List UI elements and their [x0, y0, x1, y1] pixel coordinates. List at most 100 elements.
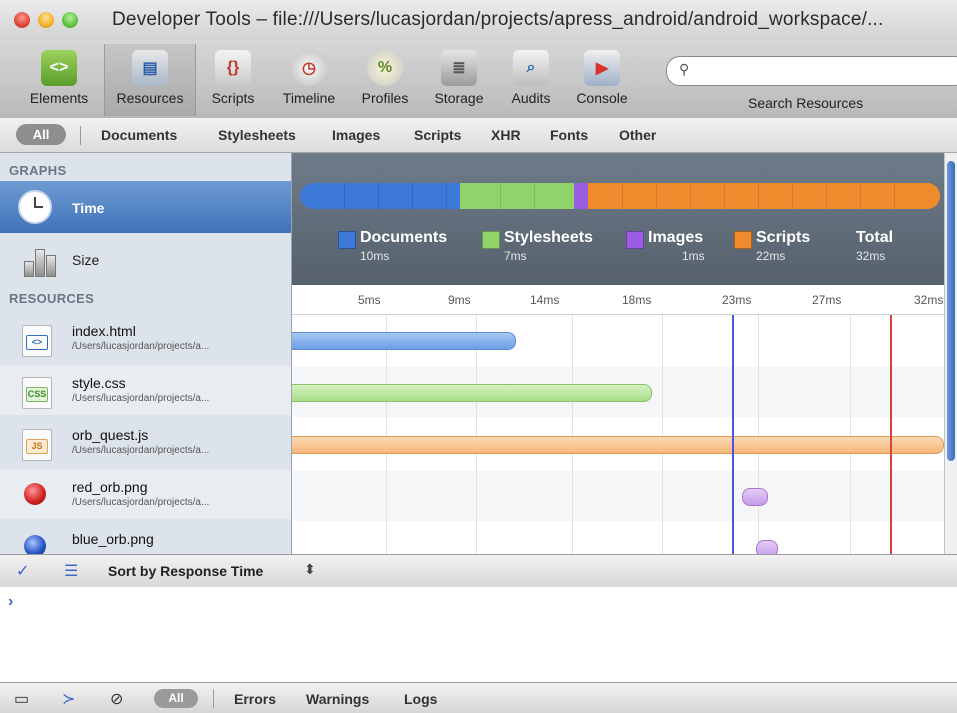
graphs-header: GRAPHS — [9, 163, 67, 178]
clear-console-icon[interactable]: ⊘ — [110, 689, 123, 709]
sidebar-item-size-label: Size — [72, 252, 100, 268]
waterfall-bar-red-orb-png[interactable] — [742, 488, 768, 506]
console-filter-all[interactable]: All — [154, 689, 198, 708]
resources-status-bar: ✓ ☰ Sort by Response Time ⬍ — [0, 554, 957, 588]
resource-item-red-orb-png[interactable]: red_orb.png /Users/lucasjordan/projects/… — [0, 469, 291, 519]
legend-scripts-value: 22ms — [756, 249, 786, 263]
sidebar-item-time[interactable]: Time — [0, 181, 291, 233]
filter-other[interactable]: Other — [619, 127, 656, 143]
search-icon: ⚲ — [679, 61, 690, 77]
resource-waterfall — [292, 315, 944, 554]
filter-fonts[interactable]: Fonts — [550, 127, 588, 143]
console-filter-errors[interactable]: Errors — [234, 691, 276, 707]
tab-timeline[interactable]: ◷ Timeline — [272, 44, 346, 116]
profiles-icon: % — [367, 50, 403, 86]
resource-item-style-css[interactable]: CSS style.css /Users/lucasjordan/project… — [0, 365, 291, 415]
waterfall-bar-blue-orb-png[interactable] — [756, 540, 778, 554]
filter-stylesheets[interactable]: Stylesheets — [218, 127, 296, 143]
tab-storage[interactable]: ≣ Storage — [424, 44, 494, 116]
resource-item-blue-orb-png[interactable]: blue_orb.png — [0, 521, 291, 554]
legend-stylesheets-name: Stylesheets — [504, 229, 593, 246]
timeline-ruler: 5ms 9ms 14ms 18ms 23ms 27ms 32ms — [292, 286, 957, 315]
tick-label: 23ms — [722, 293, 752, 307]
tick-label: 32ms — [914, 293, 944, 307]
filter-scripts[interactable]: Scripts — [414, 127, 461, 143]
tab-profiles[interactable]: % Profiles — [352, 44, 418, 116]
legend-documents-name: Documents — [360, 229, 448, 246]
legend-total-value: 32ms — [856, 249, 886, 263]
tab-audits[interactable]: ⌕ Audits — [500, 44, 562, 116]
zoom-window-button[interactable] — [62, 12, 78, 28]
js-file-icon: JS — [22, 429, 52, 461]
tab-resources[interactable]: ▤ Resources — [104, 44, 196, 116]
waterfall-bar-index-html[interactable] — [292, 332, 516, 350]
tick-label: 9ms — [448, 293, 471, 307]
audits-icon: ⌕ — [513, 50, 549, 86]
window-title: Developer Tools – file:///Users/lucasjor… — [112, 9, 884, 30]
legend-documents-value: 10ms — [360, 249, 390, 263]
list-view-icon[interactable]: ☰ — [64, 561, 78, 581]
clock-icon — [18, 190, 52, 224]
sort-select[interactable]: Sort by Response Time — [108, 563, 263, 579]
developer-tools-window: Developer Tools – file:///Users/lucasjor… — [0, 0, 957, 713]
load-event-line — [890, 315, 892, 554]
tab-scripts-label: Scripts — [211, 90, 255, 106]
resource-summary-graph: Documents 10ms Stylesheets 7ms Images 1m… — [292, 153, 957, 285]
legend-total-name: Total — [856, 229, 894, 246]
tab-resources-label: Resources — [116, 90, 184, 106]
close-window-button[interactable] — [14, 12, 30, 28]
console-filter-warnings[interactable]: Warnings — [306, 691, 369, 707]
console-toggle-icon[interactable]: ≻ — [62, 689, 75, 709]
tab-console[interactable]: ▶ Console — [568, 44, 636, 116]
blue-orb-icon — [24, 535, 46, 554]
timeline-icon: ◷ — [291, 50, 327, 86]
resources-sidebar: GRAPHS Time Size RESOURCES <> index.html… — [0, 153, 292, 554]
summary-bar-scripts — [588, 183, 940, 209]
dom-content-event-line — [732, 315, 734, 554]
tick-label: 27ms — [812, 293, 842, 307]
waterfall-row — [292, 523, 944, 554]
resource-filter-bar: All Documents Stylesheets Images Scripts… — [0, 118, 957, 153]
waterfall-bar-style-css[interactable] — [292, 384, 652, 402]
dock-toggle-icon[interactable]: ▭ — [14, 689, 29, 709]
legend-images-value: 1ms — [682, 249, 705, 263]
resource-name: style.css — [72, 375, 126, 391]
filter-documents[interactable]: Documents — [101, 127, 177, 143]
sort-arrows-icon[interactable]: ⬍ — [304, 561, 316, 578]
resource-item-index-html[interactable]: <> index.html /Users/lucasjordan/project… — [0, 313, 291, 363]
storage-icon: ≣ — [441, 50, 477, 86]
tab-scripts[interactable]: {} Scripts — [200, 44, 266, 116]
tab-elements[interactable]: <> Elements — [20, 44, 98, 116]
filter-divider — [80, 126, 81, 145]
resource-item-orb-quest-js[interactable]: JS orb_quest.js /Users/lucasjordan/proje… — [0, 417, 291, 467]
scripts-icon: {} — [215, 50, 251, 86]
resource-path: /Users/lucasjordan/projects/a... — [72, 445, 210, 456]
scrollbar-thumb[interactable] — [947, 161, 955, 461]
filter-images[interactable]: Images — [332, 127, 380, 143]
legend-scripts-name: Scripts — [756, 229, 811, 246]
resource-name: index.html — [72, 323, 136, 339]
bottom-bar: ▭ ≻ ⊘ All Errors Warnings Logs — [0, 682, 957, 713]
resources-header: RESOURCES — [9, 291, 95, 306]
search-input[interactable]: ⚲ — [666, 56, 957, 86]
waterfall-bar-orb-quest-js[interactable] — [292, 436, 944, 454]
resource-name: orb_quest.js — [72, 427, 149, 443]
summary-bar — [300, 183, 940, 209]
console-panel[interactable]: › — [0, 587, 957, 682]
sidebar-item-size[interactable]: Size — [0, 233, 291, 285]
filter-all[interactable]: All — [16, 124, 66, 145]
elements-icon: <> — [41, 50, 77, 86]
red-orb-icon — [24, 483, 46, 505]
summary-bar-images — [574, 183, 588, 209]
vertical-scrollbar[interactable] — [944, 153, 957, 554]
size-icon — [22, 243, 56, 277]
filter-xhr[interactable]: XHR — [491, 127, 521, 143]
enable-resource-tracking-icon[interactable]: ✓ — [16, 561, 29, 581]
minimize-window-button[interactable] — [38, 12, 54, 28]
console-icon: ▶ — [584, 50, 620, 86]
legend-stylesheets-value: 7ms — [504, 249, 527, 263]
summary-bar-documents — [300, 183, 460, 209]
console-filter-logs[interactable]: Logs — [404, 691, 437, 707]
waterfall-row — [292, 471, 944, 521]
sidebar-item-time-label: Time — [72, 200, 105, 216]
